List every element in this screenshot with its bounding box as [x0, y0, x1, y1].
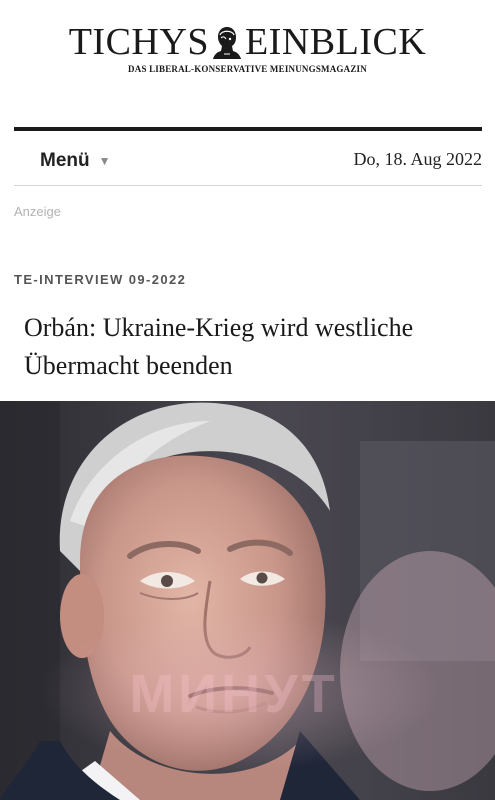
article-kicker[interactable]: TE-INTERVIEW 09-2022: [14, 272, 186, 287]
site-logo[interactable]: TICHYS EINBLICK: [0, 16, 495, 65]
menu-button[interactable]: Menü ▼: [40, 150, 111, 172]
site-tagline: DAS LIBERAL-KONSERVATIVE MEINUNGSMAGAZIN: [128, 64, 367, 74]
article-title[interactable]: Orbán: Ukraine-Krieg wird westli­che Übe…: [24, 309, 484, 385]
menu-label: Menü: [40, 150, 90, 172]
current-date: Do, 18. Aug 2022: [353, 149, 482, 169]
logo-text-right: EINBLICK: [244, 21, 427, 64]
image-watermark: МИНУТ: [129, 664, 339, 724]
masthead: TICHYS EINBLICK DAS LIBERAL-KONSERVATIVE…: [0, 0, 495, 128]
ad-label: Anzeige: [14, 204, 61, 219]
article-hero-image[interactable]: МИНУТ: [0, 401, 495, 800]
chevron-down-icon: ▼: [98, 154, 111, 168]
classical-bust-icon: [212, 27, 241, 60]
logo-text-left: TICHYS: [68, 21, 209, 64]
portrait-photo: [0, 401, 495, 800]
nav-bar: Menü ▼ Do, 18. Aug 2022: [14, 131, 482, 186]
